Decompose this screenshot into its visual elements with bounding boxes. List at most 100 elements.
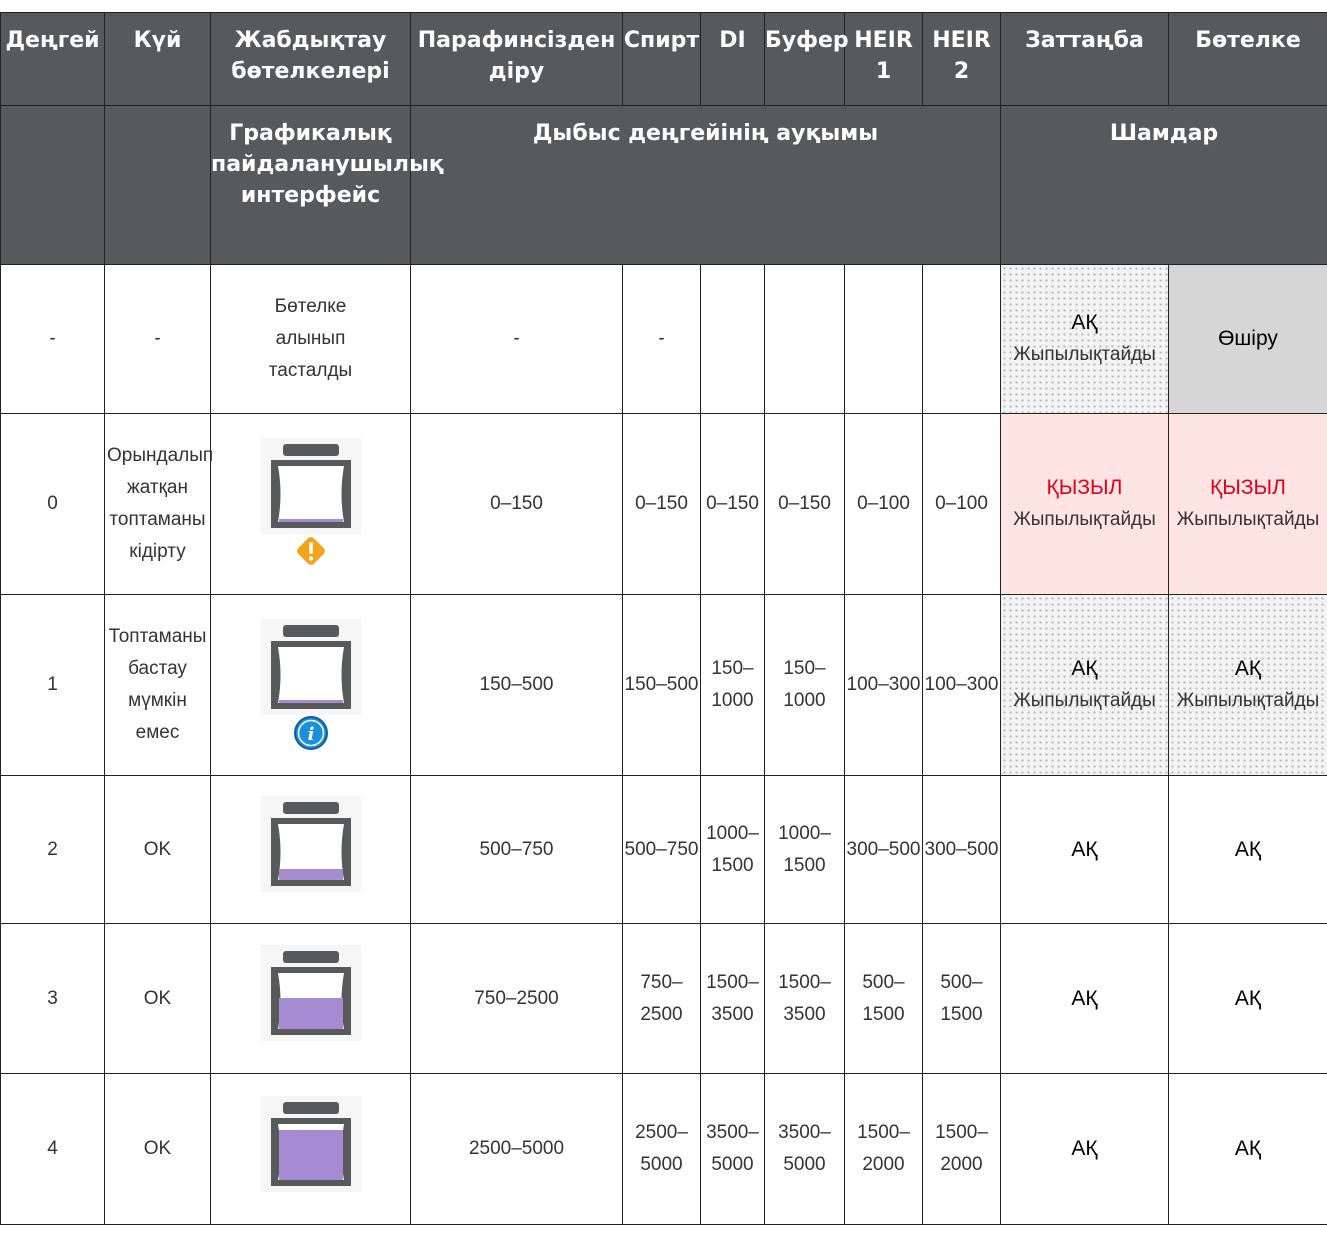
lamp-color: АҚ	[1071, 837, 1098, 861]
bottle-icon	[260, 438, 361, 534]
cell-heir2: 1500–2000	[922, 1073, 1001, 1225]
cell-alcohol: 750–2500	[622, 923, 701, 1074]
cell-lamp-bottle: АҚ	[1168, 775, 1327, 924]
cell-level: 4	[0, 1073, 105, 1225]
cell-paraffin: 750–2500	[410, 923, 623, 1074]
cell-heir1: 500–1500	[844, 923, 923, 1074]
header-bottle: Бөтелке	[1168, 12, 1327, 106]
cell-paraffin: 150–500	[410, 594, 623, 776]
cell-alcohol: 2500–5000	[622, 1073, 701, 1225]
header-bottles: Жабдықтау бөтелкелері	[210, 12, 411, 106]
state-text: Орындалып жатқан топтаманы кідірту	[107, 445, 214, 562]
lamp-color: ҚЫЗЫЛ	[1046, 476, 1123, 499]
gui-text: Бөтелке алынып тасталды	[268, 296, 353, 381]
cell-heir2: 500–1500	[922, 923, 1001, 1074]
cell-di: 0–150	[700, 413, 765, 595]
cell-gui: i	[210, 594, 411, 776]
cell-paraffin: -	[410, 264, 623, 414]
cell-heir2: 0–100	[922, 413, 1001, 595]
lamp-color: АҚ	[1234, 1137, 1262, 1160]
cell-buffer: 0–150	[764, 413, 845, 595]
lamp-color: АҚ	[1071, 986, 1098, 1010]
cell-heir1: 300–500	[844, 775, 923, 924]
cell-alcohol: 150–500	[622, 594, 701, 776]
cell-lamp-waste: АҚ	[1000, 1073, 1169, 1225]
lamp-color: Өшіру	[1218, 327, 1278, 350]
cell-heir1: 100–300	[844, 594, 923, 776]
subheader-row: Графикалық пайдаланушылық интерфейс Дыбы…	[0, 105, 1327, 265]
cell-gui	[210, 1073, 411, 1225]
cell-lamp-waste: АҚ	[1000, 923, 1169, 1074]
cell-gui: Бөтелке алынып тасталды	[210, 264, 411, 414]
header-buffer: Буфер	[764, 12, 849, 106]
lamp-mode: Жыпылықтайды	[1013, 690, 1156, 711]
cell-heir1: 1500–2000	[844, 1073, 923, 1225]
cell-paraffin: 0–150	[410, 413, 623, 595]
cell-heir1	[844, 264, 923, 414]
table-row: 3 OK 750–2500 750–2500 1500–3500 1500–3500 500…	[0, 923, 1327, 1074]
cell-heir1: 0–100	[844, 413, 923, 595]
cell-di: 150–1000	[700, 594, 765, 776]
cell-di	[700, 264, 765, 414]
cell-gui	[210, 413, 411, 595]
cell-level: 0	[0, 413, 105, 595]
lamp-mode: Жыпылықтайды	[1176, 690, 1320, 711]
state-text: OK	[143, 987, 172, 1009]
table-row: 0 Орындалып жатқан топтаманы кідірту 0–150…	[0, 413, 1327, 595]
cell-alcohol: 0–150	[622, 413, 701, 595]
cell-lamp-bottle: АҚ	[1168, 923, 1327, 1074]
cell-di: 1500–3500	[700, 923, 765, 1074]
cell-lamp-waste: АҚ Жыпылықтайды	[1000, 264, 1169, 414]
bottle-icon	[260, 796, 361, 892]
cell-buffer	[764, 264, 845, 414]
cell-di: 1000–1500	[700, 775, 765, 924]
table-row: - - Бөтелке алынып тасталды - - АҚ Жыпылықтайд…	[0, 264, 1327, 414]
lamp-mode: Жыпылықтайды	[1013, 344, 1156, 365]
cell-state: Топтаманы бастау мүмкін емес	[104, 594, 211, 776]
cell-gui	[210, 923, 411, 1074]
cell-paraffin: 500–750	[410, 775, 623, 924]
cell-state: Орындалып жатқан топтаманы кідірту	[104, 413, 214, 595]
state-text: OK	[143, 1138, 172, 1159]
cell-di: 3500–5000	[700, 1073, 765, 1225]
subheader-gui: Графикалық пайдаланушылық интерфейс	[210, 105, 444, 265]
cell-level: 1	[0, 594, 105, 776]
table-row: 2 OK 500–750 500–750 1000–1500 1000–1500 300–5…	[0, 775, 1327, 924]
cell-lamp-bottle: ҚЫЗЫЛ Жыпылықтайды	[1168, 413, 1327, 595]
lamp-mode: Жыпылықтайды	[1013, 509, 1156, 530]
info-icon: i	[293, 716, 328, 750]
bottle-icon	[260, 619, 361, 715]
cell-buffer: 1500–3500	[764, 923, 845, 1074]
header-di: DI	[700, 12, 765, 106]
cell-buffer: 150–1000	[764, 594, 845, 776]
cell-state: OK	[104, 775, 211, 924]
bottle-icon	[260, 945, 361, 1041]
cell-lamp-waste: АҚ Жыпылықтайды	[1000, 594, 1169, 776]
lamp-color: АҚ	[1071, 311, 1098, 334]
state-text: OK	[143, 838, 172, 860]
cell-lamp-waste: ҚЫЗЫЛ Жыпылықтайды	[1000, 413, 1169, 595]
lamp-color: ҚЫЗЫЛ	[1210, 476, 1286, 499]
svg-text:i: i	[307, 724, 314, 745]
lamp-color: АҚ	[1234, 986, 1262, 1010]
cell-state: OK	[104, 1073, 211, 1225]
cell-heir2: 300–500	[922, 775, 1001, 924]
lamp-color: АҚ	[1234, 837, 1262, 861]
cell-lamp-bottle: АҚ	[1168, 1073, 1327, 1225]
lamp-color: АҚ	[1071, 1137, 1098, 1160]
header-alcohol: Спирт	[622, 12, 701, 106]
table-row: 1 Топтаманы бастау мүмкін емес i 150–500 150…	[0, 594, 1327, 776]
cell-buffer: 1000–1500	[764, 775, 845, 924]
state-text: Топтаманы бастау мүмкін емес	[108, 626, 207, 743]
cell-paraffin: 2500–5000	[410, 1073, 623, 1225]
reagent-level-table: Деңгей Күй Жабдықтау бөтелкелері Парафин…	[0, 12, 1327, 1225]
subheader-range: Дыбыс деңгейінің ауқымы	[410, 105, 1001, 265]
cell-alcohol: 500–750	[622, 775, 701, 924]
cell-buffer: 3500–5000	[764, 1073, 845, 1225]
header-paraffin: Парафинсізден діру	[410, 12, 623, 106]
warning-icon	[296, 537, 325, 565]
header-heir2: HEIR 2	[922, 12, 1001, 106]
lamp-color: АҚ	[1234, 657, 1262, 680]
cell-alcohol: -	[622, 264, 701, 414]
lamp-mode: Жыпылықтайды	[1176, 509, 1320, 530]
